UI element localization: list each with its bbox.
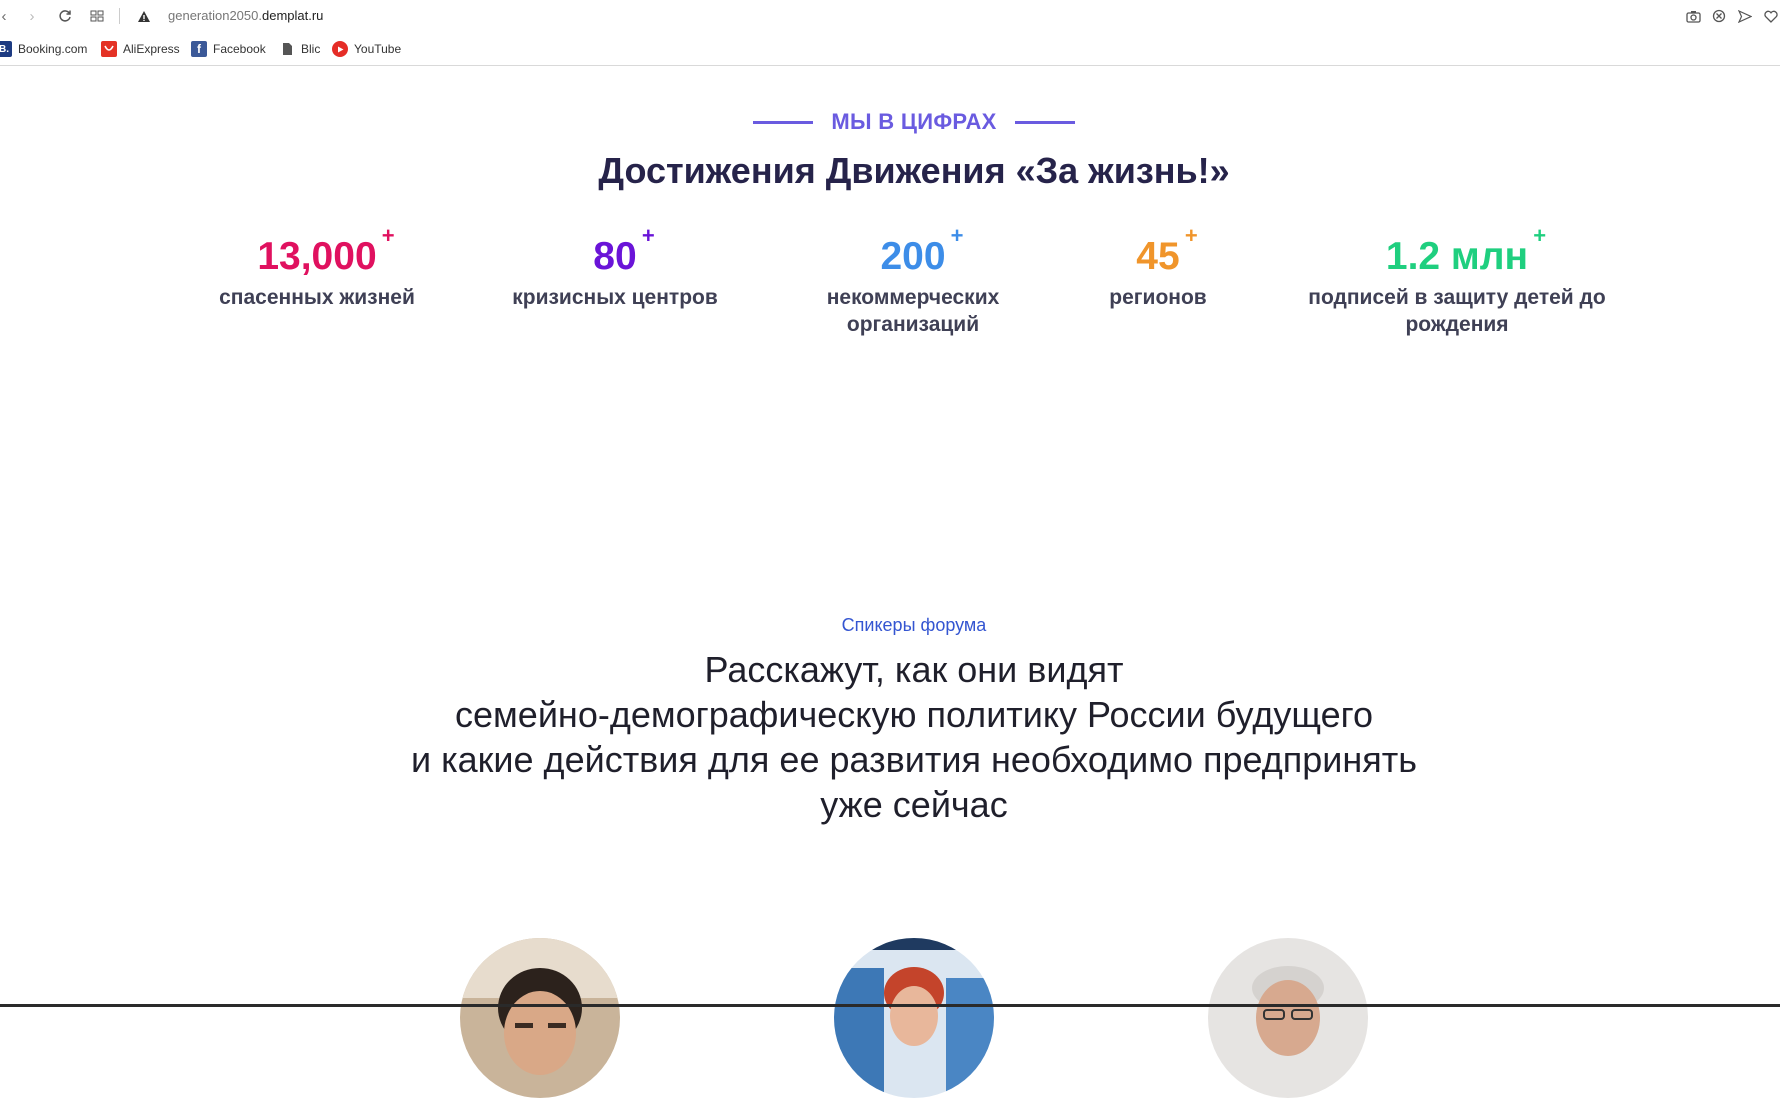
adblock-icon[interactable] [1710, 7, 1728, 25]
bookmark-booking[interactable]: B. Booking.com [0, 41, 87, 57]
toolbar-separator [119, 8, 120, 24]
achievements-title: Достижения Движения «За жизнь!» [598, 150, 1230, 191]
booking-icon: B. [0, 41, 12, 57]
camera-icon[interactable] [1684, 7, 1702, 25]
send-icon[interactable] [1736, 7, 1754, 25]
eyebrow-text: МЫ В ЦИФРАХ [831, 109, 997, 134]
stat-regions: 45 + регионов [1078, 223, 1238, 311]
plus-sign: + [950, 223, 964, 248]
bookmark-aliexpress[interactable]: AliExpress [101, 41, 180, 57]
speakers-eyebrow: Спикеры форума [841, 615, 987, 635]
stat-label: спасенных жизней [219, 286, 415, 309]
eyebrow-line-right [1014, 120, 1075, 124]
stat-lives-saved: 13,000 + спасенных жизней [207, 223, 427, 311]
bookmark-youtube[interactable]: YouTube [332, 41, 401, 57]
plus-sign: + [1184, 223, 1198, 248]
stat-number: 13,000 + [257, 223, 395, 278]
bookmarks-bar: B. Booking.com AliExpress f Facebook Bli… [0, 33, 1780, 66]
document-icon [279, 41, 295, 57]
bookmark-blic[interactable]: Blic [279, 41, 320, 57]
stat-number: 45 + [1136, 223, 1198, 278]
stat-label: регионов [1109, 286, 1207, 309]
speaker-avatar-1[interactable] [460, 938, 620, 1098]
bookmark-label: Booking.com [18, 42, 88, 56]
eyebrow-line-left [753, 120, 814, 124]
bookmark-label: AliExpress [123, 42, 180, 56]
page-content: МЫ В ЦИФРАХ Достижения Движения «За жизн… [0, 67, 1780, 1007]
address-bar[interactable]: generation2050.demplat.ru [168, 8, 323, 23]
plus-sign: + [641, 223, 655, 248]
stat-number: 80 + [593, 223, 655, 278]
aliexpress-icon [101, 41, 117, 57]
stat-signatures: 1.2 млн + подписей в защиту детей до рожд… [1297, 223, 1617, 338]
warning-icon[interactable] [134, 6, 154, 26]
stat-number: 1.2 млн + [1385, 223, 1547, 278]
plus-sign: + [381, 223, 395, 248]
stat-nonprofits: 200 + некоммерческих организаций [803, 223, 1023, 338]
bookmark-facebook[interactable]: f Facebook [191, 41, 266, 57]
stat-label: подписей в защиту детей до рождения [1308, 286, 1606, 336]
stat-crisis-centers: 80 + кризисных центров [505, 223, 725, 311]
achievements-eyebrow: МЫ В ЦИФРАХ [0, 109, 1780, 135]
forward-icon[interactable]: › [22, 6, 42, 26]
browser-toolbar: ‹ › generation2050.demplat.ru [0, 0, 1780, 33]
bookmark-label: Facebook [213, 42, 266, 56]
heart-icon[interactable] [1762, 7, 1780, 25]
stat-label: некоммерческих организаций [826, 286, 1000, 336]
speakers-title: Расскажут, как они видят семейно-демогра… [411, 649, 1417, 825]
bookmark-label: YouTube [354, 42, 402, 56]
reload-icon[interactable] [55, 6, 75, 26]
youtube-icon [332, 41, 348, 57]
stat-label: кризисных центров [512, 286, 718, 309]
stat-number: 200 + [880, 223, 964, 278]
back-icon[interactable]: ‹ [0, 6, 14, 26]
speaker-avatar-3[interactable] [1208, 938, 1368, 1098]
tabs-grid-icon[interactable] [87, 6, 107, 26]
speaker-avatar-2[interactable] [834, 938, 994, 1098]
plus-sign: + [1533, 223, 1547, 248]
facebook-icon: f [191, 41, 207, 57]
bookmark-label: Blic [301, 42, 321, 56]
